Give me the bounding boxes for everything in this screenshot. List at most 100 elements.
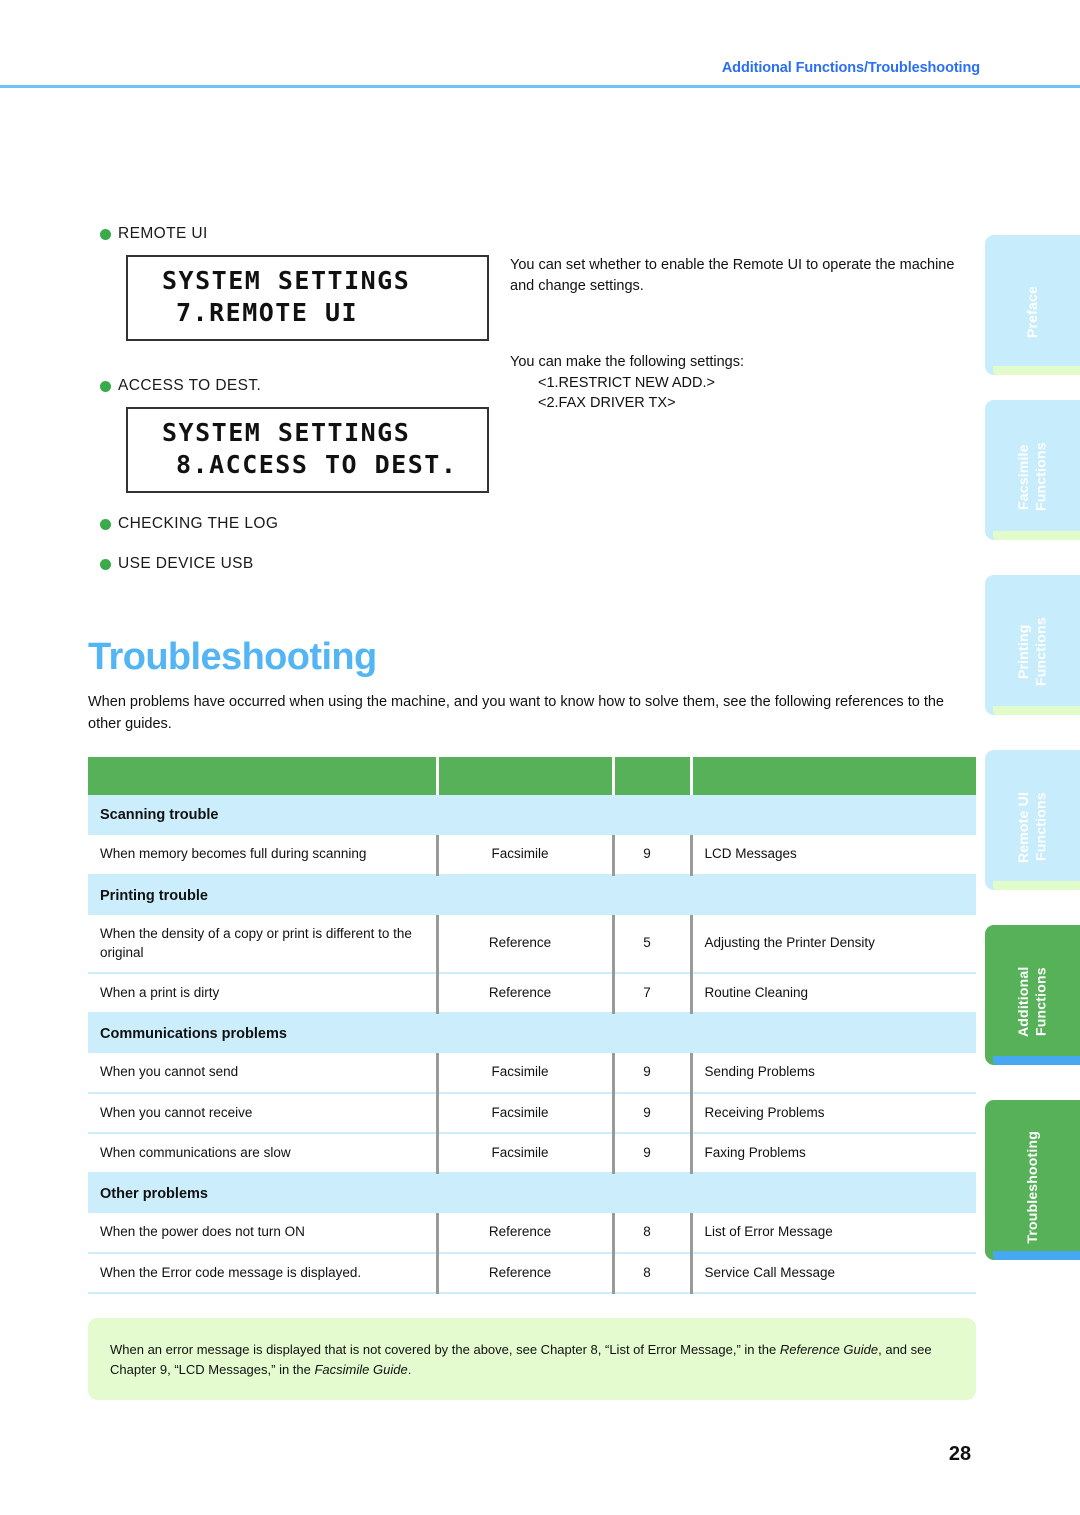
bullet-dot-icon [100,380,111,392]
cell-problem: When a print is dirty [88,973,439,1014]
header-divider-rule [0,85,1080,88]
cell-chapter: 7 [613,973,693,1014]
cell-guide: Reference [437,1253,615,1294]
cell-guide: Facsimile [437,1093,615,1134]
table-header-guide [437,757,615,795]
table-group-header: Communications problems [88,1013,976,1053]
table-row: When you cannot send Facsimile 9 Sending… [88,1053,976,1094]
side-tab-troubleshooting[interactable]: Troubleshooting [985,1100,1080,1260]
cell-guide: Facsimile [437,1053,615,1094]
side-tab-label: Facsimile Functions [1015,442,1049,512]
group-label: Printing trouble [88,875,976,915]
cell-topic: LCD Messages [691,835,976,876]
table-group-header: Printing trouble [88,875,976,915]
lcd-display-access-to-dest: SYSTEM SETTINGS 8.ACCESS TO DEST. [126,407,489,493]
tab-underline [993,706,1080,715]
side-tab-preface[interactable]: Preface [985,235,1080,375]
table-group-header: Other problems [88,1173,976,1213]
lcd-line-2: 8.ACCESS TO DEST. [176,450,458,479]
troubleshooting-table: Scanning trouble When memory becomes ful… [88,757,976,1294]
cell-chapter: 9 [613,1133,693,1174]
setting-item-use-device-usb: USE DEVICE USB [100,555,980,573]
note-box: When an error message is displayed that … [88,1318,976,1400]
table-header-chapter [613,757,693,795]
cell-guide: Reference [437,973,615,1014]
setting-label: REMOTE UI [118,225,208,242]
cell-chapter: 8 [613,1213,693,1254]
table-row: When you cannot receive Facsimile 9 Rece… [88,1093,976,1134]
note-italic-facsimile-guide: Facsimile Guide [314,1361,408,1377]
cell-topic: Receiving Problems [691,1093,976,1134]
bullet-dot-icon [100,518,111,530]
header-title: Additional Functions/Troubleshooting [721,60,980,76]
table-row: When the Error code message is displayed… [88,1253,976,1294]
tab-underline [993,1056,1080,1065]
setting-label: USE DEVICE USB [118,555,254,572]
tab-underline [993,531,1080,540]
cell-problem: When memory becomes full during scanning [88,835,439,876]
note-text-part-3: . [407,1361,412,1377]
tab-underline [993,881,1080,890]
lcd-line-1: SYSTEM SETTINGS [162,266,411,295]
cell-topic: Adjusting the Printer Density [691,915,976,974]
section-intro-text: When problems have occurred when using t… [88,694,944,732]
table-row: When the power does not turn ON Referenc… [88,1213,976,1254]
side-tab-label: Preface [1023,286,1040,338]
page-number: 28 [948,1443,972,1465]
cell-topic: Routine Cleaning [691,973,976,1014]
setting-option-fax-driver-tx: <2.FAX DRIVER TX> [538,395,676,412]
side-tab-facsimile-functions[interactable]: Facsimile Functions [985,400,1080,540]
group-label: Scanning trouble [88,795,976,835]
bullet-dot-icon [100,558,111,570]
cell-problem: When communications are slow [88,1133,439,1174]
side-tab-remote-ui-functions[interactable]: Remote UI Functions [985,750,1080,890]
group-label: Other problems [88,1173,976,1213]
note-text-part-1: When an error message is displayed that … [110,1342,780,1357]
table-header-problem [88,757,439,795]
setting-label: CHECKING THE LOG [118,515,279,532]
table-header-row [88,757,976,795]
cell-chapter: 8 [613,1253,693,1294]
cell-guide: Reference [437,1213,615,1254]
cell-chapter: 5 [613,915,693,974]
table-row: When a print is dirty Reference 7 Routin… [88,973,976,1014]
bullet-dot-icon [100,228,111,240]
group-label: Communications problems [88,1013,976,1053]
cell-guide: Facsimile [437,835,615,876]
cell-topic: List of Error Message [691,1213,976,1254]
cell-problem: When the Error code message is displayed… [88,1253,439,1294]
setting-option-restrict-new-add: <1.RESTRICT NEW ADD.> [538,375,715,392]
tab-underline [993,366,1080,375]
side-tab-label: Remote UI Functions [1015,791,1049,863]
cell-topic: Service Call Message [691,1253,976,1294]
lcd-line-1: SYSTEM SETTINGS [162,418,411,447]
page-title: Troubleshooting [88,636,377,678]
setting-label: ACCESS TO DEST. [118,377,262,394]
setting-item-checking-the-log: CHECKING THE LOG [100,515,980,533]
cell-problem: When the power does not turn ON [88,1213,439,1254]
table-group-header: Scanning trouble [88,795,976,835]
cell-chapter: 9 [613,1053,693,1094]
side-tab-additional-functions[interactable]: Additional Functions [985,925,1080,1065]
table-row: When communications are slow Facsimile 9… [88,1133,976,1174]
cell-topic: Sending Problems [691,1053,976,1094]
lcd-display-remote-ui: SYSTEM SETTINGS 7.REMOTE UI [126,255,489,341]
cell-guide: Reference [437,915,615,974]
note-italic-reference-guide: Reference Guide [779,1342,879,1357]
cell-problem: When the density of a copy or print is d… [88,915,439,974]
setting-item-remote-ui: REMOTE UI [100,225,980,243]
remote-ui-description: You can set whether to enable the Remote… [510,257,955,295]
table-header-topic [691,757,976,795]
cell-problem: When you cannot receive [88,1093,439,1134]
side-tab-label: Additional Functions [1015,966,1049,1038]
tab-underline [993,1251,1080,1260]
cell-problem: When you cannot send [88,1053,439,1094]
cell-chapter: 9 [613,835,693,876]
cell-chapter: 9 [613,1093,693,1134]
table-row: When the density of a copy or print is d… [88,915,976,974]
access-to-dest-description: You can make the following settings: [510,354,745,371]
cell-guide: Facsimile [437,1133,615,1174]
side-tab-label: Troubleshooting [1023,1130,1040,1244]
side-tab-label: Printing Functions [1015,617,1049,687]
side-tab-printing-functions[interactable]: Printing Functions [985,575,1080,715]
